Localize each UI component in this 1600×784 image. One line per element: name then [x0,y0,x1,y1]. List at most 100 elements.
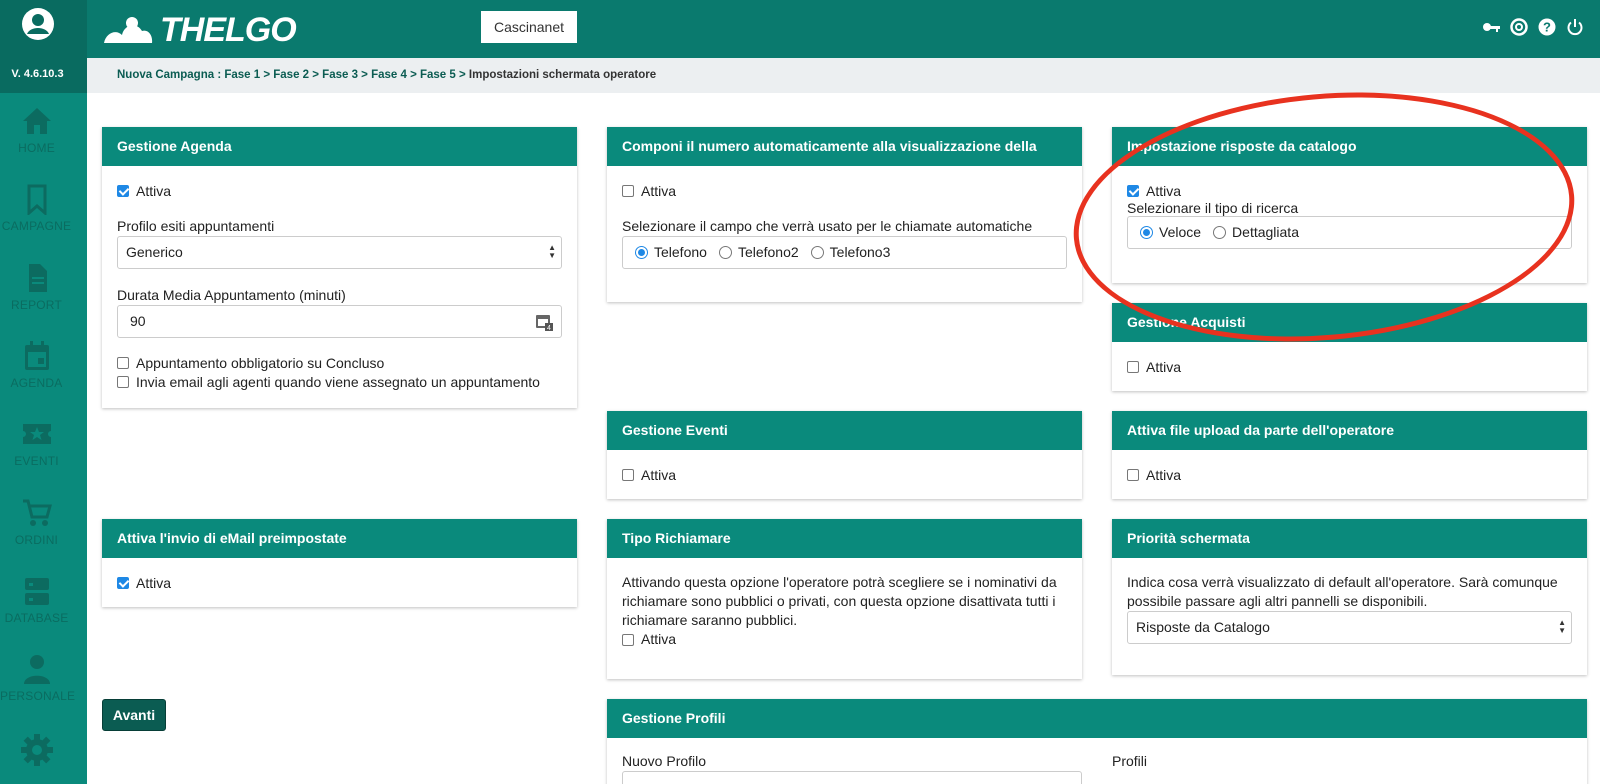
card-title: Attiva l'invio di eMail preimpostate [102,519,577,558]
person-icon [23,655,50,684]
radio-label: Telefono2 [737,244,799,260]
events-active-checkbox[interactable]: Attiva [622,465,1067,484]
card-auto-dial: Componi il numero automaticamente alla v… [607,127,1082,302]
sidebar-item-report[interactable]: REPORT [0,262,73,312]
sidebar-item-agenda[interactable]: AGENDA [0,340,73,390]
next-button[interactable]: Avanti [102,699,166,731]
card-title: Gestione Profili [607,699,1587,738]
checkbox-label: Invia email agli agenti quando viene ass… [136,373,540,390]
checkbox-label: Attiva [1146,358,1182,375]
upload-active-checkbox[interactable]: Attiva [1127,465,1572,484]
priority-select-value: Risposte da Catalogo [1136,619,1270,635]
app-logo[interactable]: THELGO [102,10,297,50]
checkbox[interactable] [117,576,129,589]
priority-select[interactable]: Risposte da Catalogo ▲ ▼ [1127,611,1572,644]
calendar-picker-icon[interactable]: 4 [535,313,553,331]
checkbox-label: Attiva [641,466,677,483]
checkbox[interactable] [117,356,129,369]
duration-label: Durata Media Appuntamento (minuti) [117,287,346,303]
radio[interactable] [810,246,824,259]
card-gestione-agenda: Gestione Agenda Attiva Profilo esiti app… [102,127,577,408]
sidebar-item-home[interactable]: HOME [0,105,73,155]
radio-telefono[interactable]: Telefono [635,237,707,268]
email-active-checkbox[interactable]: Attiva [117,573,562,592]
checkbox[interactable] [117,184,129,197]
email-agents-checkbox[interactable]: Invia email agli agenti quando viene ass… [117,372,562,391]
checkbox-label: Appuntamento obbligatorio su Concluso [136,354,385,371]
radio-label: Telefono3 [829,244,891,260]
card-tipo-richiamare: Tipo Richiamare Attivando questa opzione… [607,519,1082,679]
sidebar-item-label: HOME [18,141,55,155]
new-profile-input[interactable] [622,771,1082,784]
key-icon[interactable] [1482,18,1500,36]
checkbox-label: Attiva [641,182,677,199]
checkbox[interactable] [117,375,129,388]
new-profile-label: Nuovo Profilo [622,753,707,769]
power-icon[interactable] [1566,18,1584,36]
card-title: Attiva file upload da parte dell'operato… [1112,411,1587,450]
app-version: V. 4.6.10.3 [11,68,64,80]
home-icon [22,108,51,134]
sidebar-item-label: PERSONALE [0,689,76,703]
database-icon [24,578,49,605]
card-file-upload: Attiva file upload da parte dell'operato… [1112,411,1587,499]
sidebar-item-eventi[interactable]: EVENTI [0,418,73,468]
sidebar-item-ordini[interactable]: ORDINI [0,497,73,547]
sidebar-item-personale[interactable]: PERSONALE [0,653,76,703]
gear-icon [20,734,53,766]
card-gestione-eventi: Gestione Eventi Attiva [607,411,1082,499]
recall-description: Attivando questa opzione l'operatore pot… [622,574,1057,628]
select-arrows-icon: ▲ ▼ [1558,618,1566,635]
autodial-active-checkbox[interactable]: Attiva [622,181,1067,200]
profile-select-value: Generico [126,244,183,260]
sidebar-item-label: REPORT [11,298,62,312]
recall-active-checkbox[interactable]: Attiva [622,630,1067,649]
document-icon [28,264,47,292]
help-icon[interactable]: ? [1538,18,1556,36]
sidebar-item-campagne[interactable]: CAMPAGNE [0,183,73,233]
checkbox[interactable] [622,468,634,481]
duration-input[interactable]: 90 4 [117,305,562,338]
checkbox[interactable] [622,184,634,197]
card-title: Tipo Richiamare [607,519,1082,558]
sidebar-item-label: CAMPAGNE [1,219,72,233]
breadcrumb-current: Impostazioni schermata operatore [468,69,657,81]
radio-telefono2[interactable]: Telefono2 [718,237,799,268]
checkbox[interactable] [622,633,634,646]
purchases-active-checkbox[interactable]: Attiva [1127,357,1572,376]
autodial-field-label: Selezionare il campo che verrà usato per… [622,218,1033,234]
top-actions: ? [1482,18,1584,36]
sidebar-item-database[interactable]: DATABASE [0,575,73,625]
breadcrumb-path[interactable]: Nuova Campagna : Fase 1 > Fase 2 > Fase … [117,69,469,81]
user-account-icon[interactable] [20,6,56,42]
radio[interactable] [718,246,732,259]
sidebar-item-settings[interactable] [0,733,73,771]
agenda-active-checkbox[interactable]: Attiva [117,181,562,200]
card-title: Componi il numero automaticamente alla v… [607,127,1082,193]
card-title: Priorità schermata [1112,519,1587,558]
tenant-button[interactable]: Cascinanet [481,11,577,43]
select-arrows-icon: ▲ ▼ [548,243,556,260]
card-preset-email: Attiva l'invio di eMail preimpostate Att… [102,519,577,607]
radio-label: Telefono [654,244,707,260]
profiles-label: Profili [1112,753,1148,769]
sidebar-header: V. 4.6.10.3 [0,0,87,93]
checkbox[interactable] [1127,468,1139,481]
sidebar-item-label: EVENTI [14,454,59,468]
ticket-star-icon [22,424,51,444]
cart-icon [22,499,52,526]
duration-value: 90 [130,313,146,329]
radio[interactable] [635,246,648,259]
checkbox-label: Attiva [136,182,172,199]
logo-text: THELGO [160,10,297,49]
profile-select[interactable]: Generico ▲ ▼ [117,236,562,269]
sidebar-item-label: DATABASE [4,611,69,625]
calendar-icon [24,341,49,370]
mandatory-appointment-checkbox[interactable]: Appuntamento obbligatorio su Concluso [117,353,562,372]
radio-telefono3[interactable]: Telefono3 [810,237,891,268]
checkbox[interactable] [1127,360,1139,373]
svg-text:?: ? [1543,20,1551,35]
support-icon[interactable] [1510,18,1528,36]
logo-mark-icon [104,17,153,43]
checkbox-label: Attiva [1146,466,1182,483]
